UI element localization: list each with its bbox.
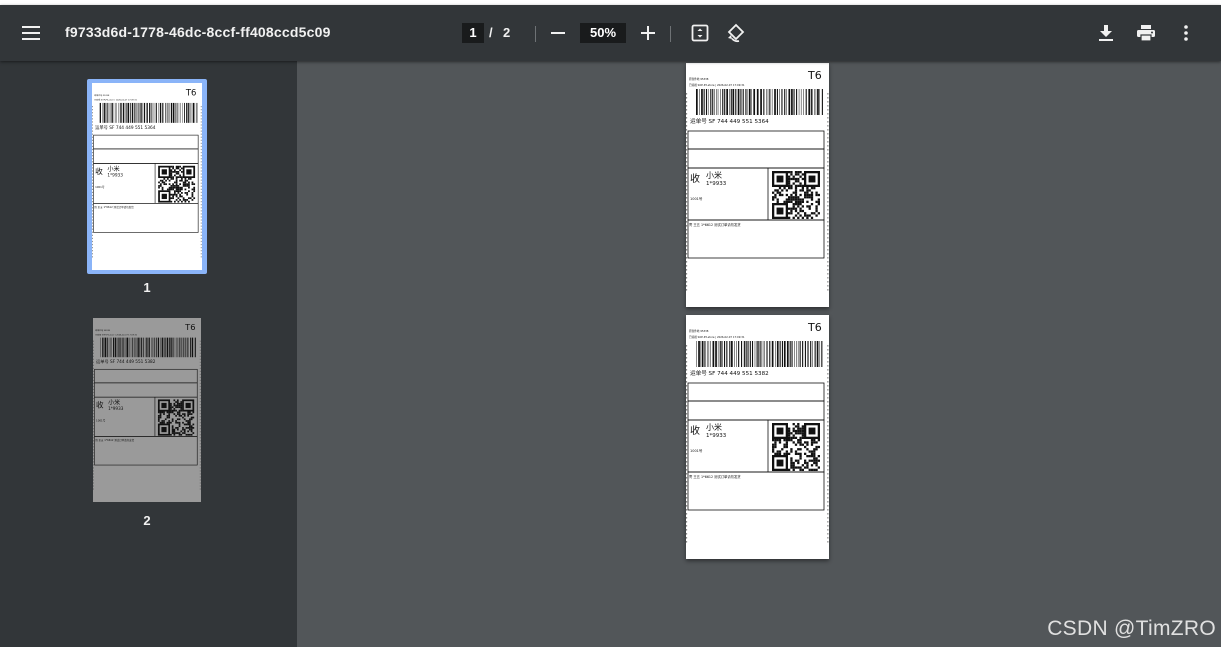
- label-origin: 原寄件地 95338: [689, 77, 709, 81]
- download-icon[interactable]: [1096, 23, 1116, 43]
- menu-icon[interactable]: [18, 21, 44, 45]
- watermark: CSDN @TimZRO: [1047, 617, 1216, 640]
- label-inspection: 已验视 SOP-P3-store | 2026-02-07 17:09:31: [689, 335, 745, 339]
- receiver-mark: 收: [690, 424, 700, 437]
- page-2: 原寄件地 95338 已验视 SOP-P3-store | 2026-02-07 …: [686, 315, 829, 559]
- thumbnail-page-2[interactable]: 原寄件地 95338 已验视 SOP-P3-store | 2026-02-07 …: [93, 318, 201, 502]
- receiver-address: 1001号: [95, 185, 105, 189]
- label-origin: 原寄件地 95338: [689, 329, 709, 333]
- page-total: 2: [503, 25, 511, 40]
- receiver-mark: 收: [95, 166, 103, 176]
- thumbnail-sidebar: 原寄件地 95338 已验视 SOP-P3-store | 2026-02-07 …: [0, 61, 297, 647]
- receiver-phone: 1*9933: [706, 181, 727, 187]
- thumbnail-number-2: 2: [143, 513, 151, 528]
- zoom-out-icon[interactable]: [548, 23, 568, 43]
- fit-page-icon[interactable]: [689, 22, 711, 44]
- label-code: T6: [807, 321, 822, 334]
- receiver-address: 1001号: [96, 418, 106, 422]
- tracking-number: 运单号 SF 744 449 551 5382: [690, 369, 769, 377]
- thumbnail-label-2: 原寄件地 95338 已验视 SOP-P3-store | 2026-02-07 …: [93, 318, 201, 502]
- document-title: f9733d6d-1778-46dc-8ccf-ff408ccd5c09: [65, 24, 331, 40]
- zoom-level-input[interactable]: 50%: [580, 23, 626, 43]
- divider: [670, 26, 671, 42]
- label-code: T6: [185, 87, 197, 97]
- divider: [535, 26, 536, 42]
- thumbnail-label-1: 原寄件地 95338 已验视 SOP-P3-store | 2026-02-07 …: [92, 83, 202, 270]
- pdf-toolbar: f9733d6d-1778-46dc-8ccf-ff408ccd5c09 1 /…: [0, 5, 1221, 61]
- receiver-address: 1001号: [690, 448, 703, 453]
- sender-line: 寄 王五 1*6612 测试订单请勿发货: [94, 205, 134, 209]
- sender-line: 寄 王五 1*6612 测试订单请勿发货: [689, 222, 741, 227]
- page-1: 原寄件地 95338 已验视 SOP-P3-store | 2026-02-07 …: [686, 63, 829, 307]
- zoom-in-icon[interactable]: [638, 23, 658, 43]
- page-separator: /: [489, 25, 493, 40]
- label-code: T6: [184, 322, 195, 332]
- label-inspection: 已验视 SOP-P3-store | 2026-02-07 17:09:31: [689, 83, 745, 87]
- sender-line: 寄 王五 1*6612 测试订单请勿发货: [95, 438, 134, 442]
- receiver-phone: 1*9933: [107, 173, 123, 178]
- receiver-mark: 收: [690, 172, 700, 185]
- rotate-icon[interactable]: [725, 22, 747, 44]
- receiver-name: 小米: [706, 170, 722, 180]
- thumbnail-number-1: 1: [143, 280, 151, 295]
- tracking-number: 运单号 SF 744 449 551 5382: [96, 358, 156, 365]
- document-viewer[interactable]: 原寄件地 95338 已验视 SOP-P3-store | 2026-02-07 …: [297, 61, 1221, 647]
- receiver-mark: 收: [96, 400, 104, 410]
- print-icon[interactable]: [1135, 23, 1157, 43]
- receiver-phone: 1*9933: [108, 406, 124, 411]
- page-number-input[interactable]: 1: [462, 23, 484, 43]
- more-icon[interactable]: [1176, 23, 1196, 43]
- receiver-phone: 1*9933: [706, 433, 727, 439]
- tracking-number: 运单号 SF 744 449 551 5364: [690, 117, 769, 125]
- label-code: T6: [807, 69, 822, 82]
- thumbnail-page-1[interactable]: 原寄件地 95338 已验视 SOP-P3-store | 2026-02-07 …: [87, 79, 207, 274]
- receiver-address: 1001号: [690, 196, 703, 201]
- receiver-name: 小米: [706, 422, 722, 432]
- sender-line: 寄 王五 1*6612 测试订单请勿发货: [689, 474, 741, 479]
